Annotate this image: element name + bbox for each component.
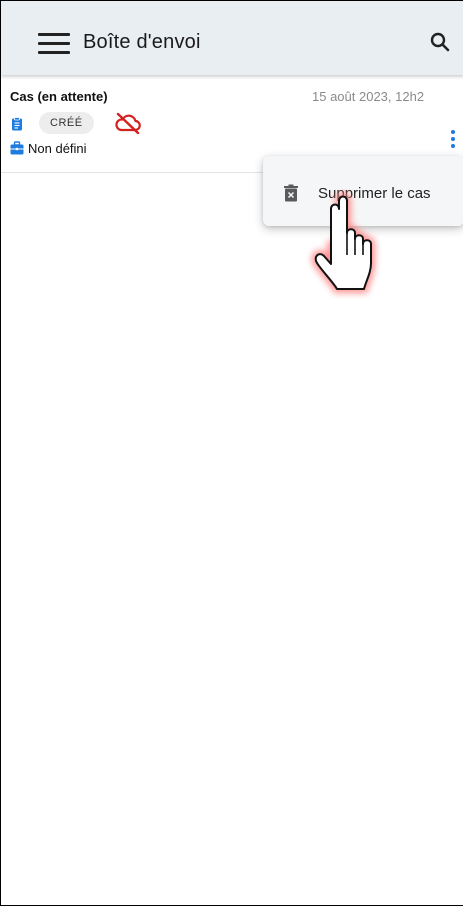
briefcase-icon	[10, 141, 24, 155]
page-title: Boîte d'envoi	[83, 31, 201, 53]
status-badge: CRÉÉ	[39, 112, 94, 134]
case-title: Cas (en attente)	[10, 89, 108, 104]
app-screen: Boîte d'envoi Cas (en attente) 15 août 2…	[0, 0, 463, 906]
more-vertical-icon[interactable]	[447, 129, 459, 151]
clipboard-icon	[10, 117, 24, 131]
hamburger-menu-icon[interactable]	[38, 33, 70, 55]
search-icon[interactable]	[429, 31, 451, 53]
top-app-bar: Boîte d'envoi	[1, 1, 463, 75]
assignment-label: Non défini	[28, 141, 87, 156]
delete-case-menu-item[interactable]: Supprimer le cas	[263, 156, 463, 226]
trash-icon	[283, 184, 299, 202]
context-menu: Supprimer le cas	[263, 156, 463, 226]
delete-case-label: Supprimer le cas	[318, 185, 431, 202]
cloud-off-icon	[114, 112, 142, 135]
case-date: 15 août 2023, 12h2	[312, 89, 425, 104]
